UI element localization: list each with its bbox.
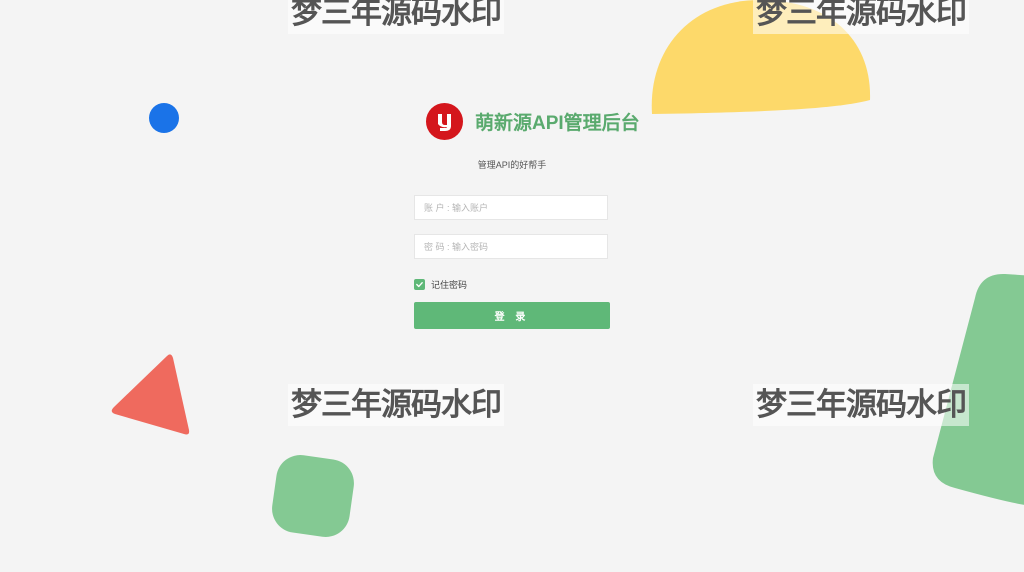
logo-icon	[426, 103, 463, 140]
red-triangle-decoration	[111, 354, 190, 435]
watermark: 梦三年源码水印	[288, 384, 504, 426]
login-button[interactable]: 登 录	[414, 302, 610, 329]
password-field	[414, 234, 608, 259]
account-field	[414, 195, 608, 220]
watermark: 梦三年源码水印	[753, 0, 969, 34]
remember-checkbox[interactable]	[414, 279, 425, 290]
green-rounded-square-decoration	[268, 451, 358, 541]
app-title: 萌新源API管理后台	[475, 113, 640, 134]
checkmark-icon	[416, 282, 423, 288]
watermark: 梦三年源码水印	[753, 384, 969, 426]
watermark: 梦三年源码水印	[288, 0, 504, 34]
remember-password-toggle[interactable]: 记住密码	[414, 278, 467, 291]
app-subtitle: 管理API的好帮手	[477, 160, 547, 170]
brand-header: 萌新源API管理后台	[426, 103, 640, 140]
blue-circle-decoration	[149, 103, 179, 133]
remember-label: 记住密码	[431, 280, 468, 290]
password-input[interactable]	[415, 235, 607, 258]
account-input[interactable]	[415, 196, 607, 219]
